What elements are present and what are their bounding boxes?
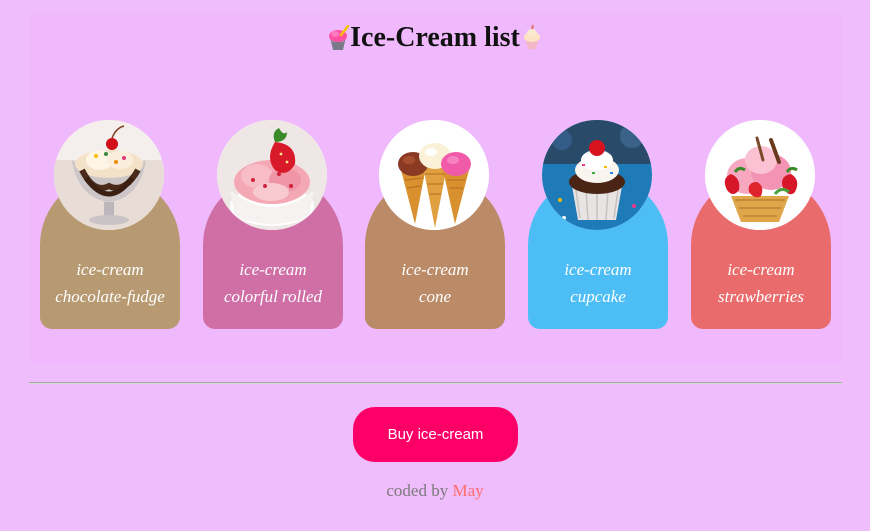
card-label: ice-cream colorful rolled (203, 256, 343, 310)
divider (29, 382, 842, 384)
credit-author: May (452, 481, 484, 500)
buy-ice-cream-button[interactable]: Buy ice-cream (353, 407, 518, 462)
strawberry-cup-image (217, 120, 327, 230)
title-text: Ice-Cream list (350, 22, 520, 53)
card-label-line1: ice-cream (564, 260, 632, 279)
ice-cream-list: ice-cream chocolate-fudge ice-cream colo… (40, 120, 840, 330)
card-label-line2: strawberries (718, 287, 804, 306)
footer-credit: coded by May (0, 481, 870, 501)
sundae-glass-image (54, 120, 164, 230)
card-label-line1: ice-cream (76, 260, 144, 279)
card-label-line1: ice-cream (239, 260, 307, 279)
ice-cream-cup-icon (520, 25, 544, 51)
card-label-line2: chocolate-fudge (55, 287, 165, 306)
page-title: Ice-Cream list (0, 22, 870, 54)
card-label-line1: ice-cream (401, 260, 469, 279)
three-cones-image (379, 120, 489, 230)
card-label-line2: cone (418, 287, 452, 306)
card-strawberries[interactable]: ice-cream strawberries (691, 120, 831, 330)
card-colorful-rolled[interactable]: ice-cream colorful rolled (203, 120, 343, 330)
card-label: ice-cream cone (365, 256, 505, 310)
card-cone[interactable]: ice-cream cone (365, 120, 505, 330)
cupcake-image (542, 120, 652, 230)
card-label: ice-cream cupcake (528, 256, 668, 310)
credit-prefix: coded by (386, 481, 449, 500)
card-label-line2: colorful rolled (223, 287, 323, 306)
card-label-line1: ice-cream (727, 260, 795, 279)
card-label: ice-cream chocolate-fudge (40, 256, 180, 310)
shaved-ice-icon (326, 25, 350, 51)
card-label: ice-cream strawberries (691, 256, 831, 310)
card-label-line2: cupcake (570, 287, 626, 306)
card-cupcake[interactable]: ice-cream cupcake (528, 120, 668, 330)
strawberry-scoops-image (705, 120, 815, 230)
card-chocolate-fudge[interactable]: ice-cream chocolate-fudge (40, 120, 180, 330)
